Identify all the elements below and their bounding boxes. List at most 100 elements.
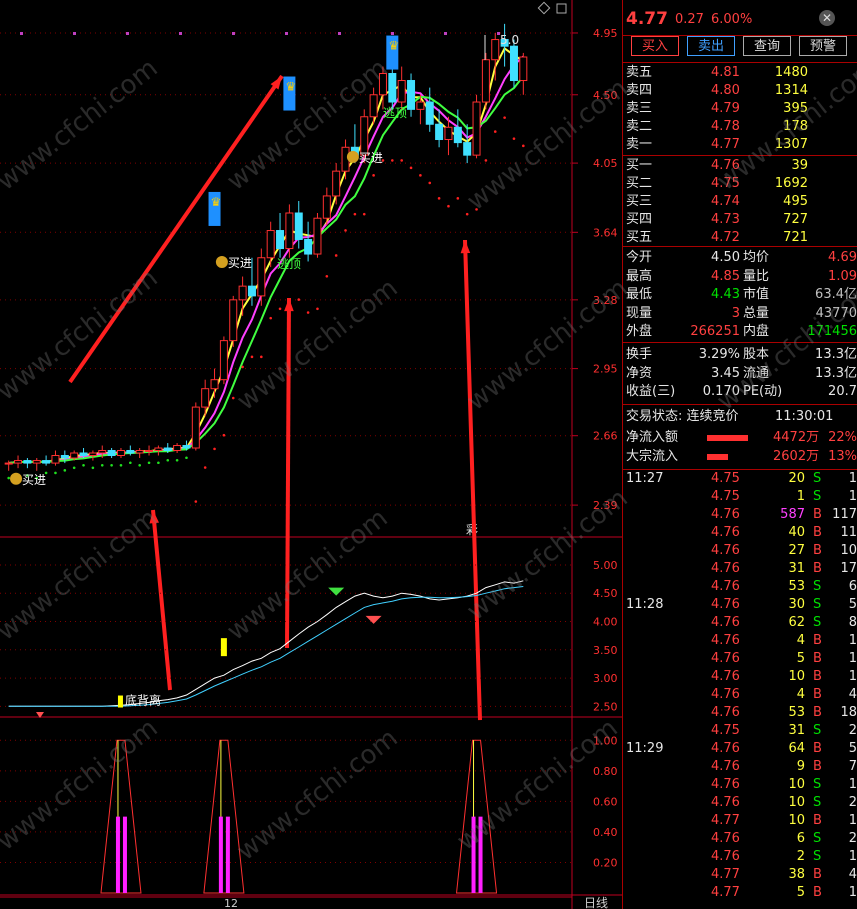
tick-price: 4.76: [711, 669, 740, 684]
y-tick-label: 3.28: [593, 294, 618, 307]
tick-side: B: [813, 813, 822, 828]
sar-dot: [250, 355, 254, 359]
stat-value: 4.85: [711, 268, 740, 284]
tick-row: 4.76 53 S 6: [623, 578, 857, 596]
sar-dot: [409, 166, 413, 170]
fundamental-row: 净资 3.45 流通 13.3亿: [623, 365, 857, 383]
tick-price: 4.76: [711, 777, 740, 792]
bid-row: 买二 4.75 1692: [623, 175, 857, 193]
tick-volume: 1: [796, 489, 805, 504]
signal-bar: [115, 816, 120, 893]
tick-count: 1: [848, 885, 857, 900]
top-dot: [126, 32, 129, 35]
stat-label: 换手: [626, 347, 653, 362]
y-tick-label: 0.20: [593, 856, 618, 869]
sar-dot: [63, 469, 67, 472]
fundamental-row: 换手 3.29% 股本 13.3亿: [623, 346, 857, 364]
kline-chart-area[interactable]: 2.39 2.66 2.95 3.28 3.64 4.05 4.50 4.95 买进 买进 买进 ♛ ♛…: [0, 0, 622, 909]
level-price: 4.77: [711, 137, 740, 152]
level-volume: 178: [783, 119, 808, 134]
stat-value: 13.3亿: [815, 347, 857, 362]
tick-price: 4.76: [711, 759, 740, 774]
tick-volume: 40: [788, 525, 805, 540]
sar-dot: [222, 433, 226, 437]
buy-in-label: 买进: [228, 256, 252, 270]
tick-row: 11:27 4.75 20 S 1: [623, 470, 857, 488]
top-dot: [20, 32, 23, 35]
tick-side: B: [813, 651, 822, 666]
stat-value: 4.50: [711, 250, 740, 265]
tick-volume: 10: [788, 669, 805, 684]
y-tick-label: 2.50: [593, 700, 618, 713]
tick-count: 1: [848, 849, 857, 864]
tick-count: 10: [840, 543, 857, 558]
tick-price: 4.76: [711, 543, 740, 558]
stat-value: 171456: [807, 324, 857, 339]
candle-body: [425, 101, 434, 125]
sar-dot: [138, 463, 141, 467]
stat-value: 20.7: [828, 384, 857, 399]
tick-price: 4.76: [711, 741, 740, 756]
y-tick-label: 2.66: [593, 430, 618, 443]
candle-body: [219, 340, 228, 381]
tick-volume: 10: [788, 777, 805, 792]
close-icon[interactable]: ✕: [819, 10, 835, 26]
flow-value: 4472万: [773, 430, 820, 445]
tick-count: 1: [848, 633, 857, 648]
tick-volume: 30: [788, 597, 805, 612]
max-price-label: 5.0: [500, 33, 519, 47]
divider: [623, 246, 857, 247]
candle-body: [257, 257, 266, 297]
y-tick-label: 4.50: [593, 587, 618, 600]
kline-chart-svg[interactable]: 2.392.662.953.283.644.054.504.95买进买进买进♛♛…: [0, 0, 622, 909]
candle-body: [145, 449, 154, 452]
y-tick-label: 3.00: [593, 672, 618, 685]
tick-side: S: [813, 831, 822, 846]
stat-value: 3.45: [711, 365, 740, 381]
top-dot: [497, 32, 500, 35]
sar-dot: [353, 212, 357, 216]
stat-label: 流通: [743, 365, 770, 381]
tick-price: 4.76: [711, 831, 740, 846]
stat-label: 总量: [743, 305, 770, 321]
arrow-shaft: [285, 297, 291, 649]
tick-price: 4.76: [711, 633, 740, 648]
period-label: 日线: [584, 896, 608, 909]
candle-body: [191, 406, 200, 449]
alert-button[interactable]: 预警: [799, 36, 847, 56]
tick-row: 4.77 5 B 1: [623, 884, 857, 902]
sar-dot: [278, 307, 282, 311]
level-label: 买二: [626, 176, 653, 191]
sar-dot: [391, 159, 394, 162]
sell-button[interactable]: 卖出: [687, 36, 735, 56]
sar-dot: [147, 461, 151, 465]
level-volume: 1307: [774, 137, 808, 152]
signal-bar: [471, 816, 476, 893]
stat-value: 1.09: [828, 268, 857, 284]
tick-side: S: [813, 597, 822, 612]
x-tick-label: 12: [224, 897, 238, 909]
tick-row: 4.76 10 S 1: [623, 776, 857, 794]
tick-side: B: [813, 669, 822, 684]
gem-icon: [365, 615, 382, 624]
buy-button[interactable]: 买入: [631, 36, 679, 56]
signal-spike: [455, 739, 498, 894]
stat-label: 量比: [743, 268, 770, 284]
tick-row: 4.76 4 B 4: [623, 686, 857, 704]
tick-count: 2: [848, 723, 857, 738]
candle-body: [60, 455, 69, 459]
sar-dot: [185, 456, 188, 460]
tick-row: 4.76 10 B 1: [623, 668, 857, 686]
candle-body: [42, 460, 51, 464]
stat-label: 市值: [743, 287, 770, 302]
sar-dot: [316, 307, 319, 311]
ma-line: [8, 55, 524, 465]
sar-dot: [400, 159, 403, 162]
tick-time: 11:27: [626, 471, 664, 486]
query-button[interactable]: 查询: [743, 36, 791, 56]
bid-row: 买一 4.76 39: [623, 157, 857, 175]
tick-price: 4.76: [711, 579, 740, 594]
candle-body: [154, 447, 163, 451]
top-dot: [179, 32, 182, 35]
tick-time: 11:29: [626, 741, 664, 756]
